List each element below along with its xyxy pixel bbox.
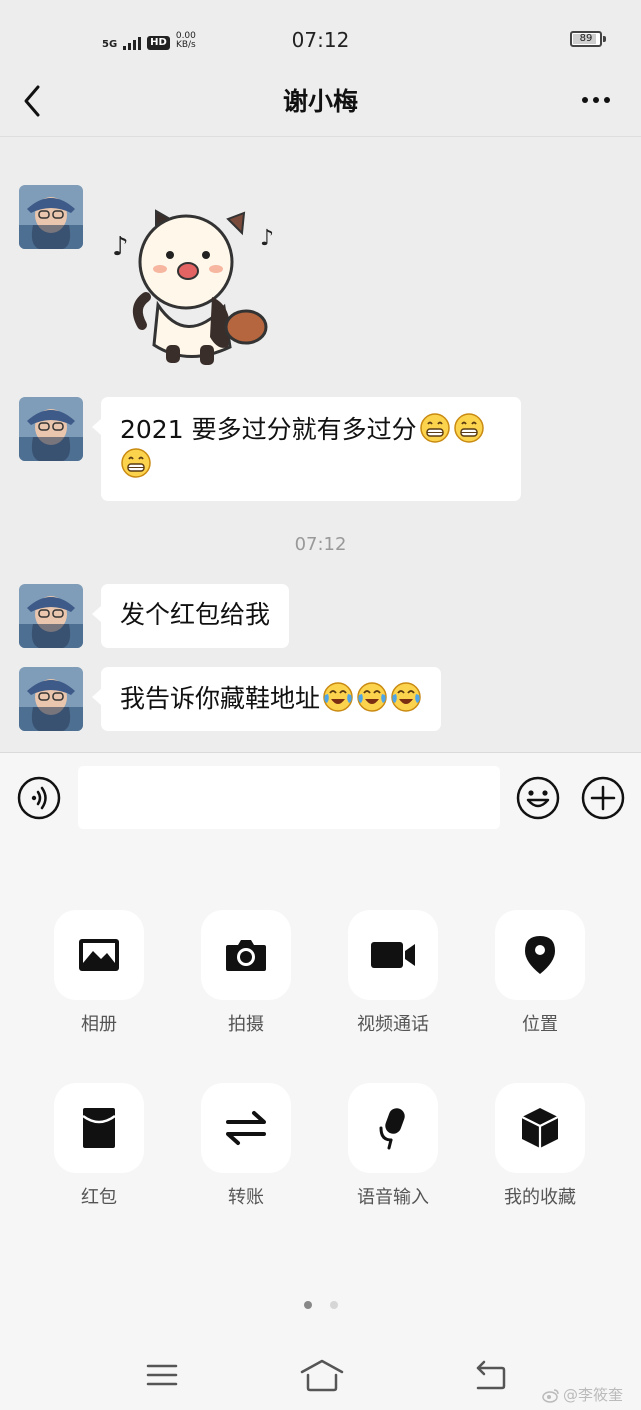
home-button[interactable] <box>300 1358 344 1392</box>
menu-lines-icon <box>146 1364 178 1386</box>
plus-circle-icon <box>581 776 625 820</box>
weibo-logo-icon <box>542 1388 559 1403</box>
message-bubble[interactable]: 我告诉你藏鞋地址 <box>91 667 442 731</box>
microphone-icon <box>379 1108 405 1150</box>
svg-text:♪: ♪ <box>260 226 274 251</box>
battery-level: 89 <box>579 33 593 44</box>
location-icon <box>525 936 555 974</box>
tile-label: 拍摄 <box>228 1014 264 1035</box>
more-options-button[interactable] <box>578 88 618 112</box>
tile-label: 转账 <box>228 1187 264 1208</box>
avatar-image <box>19 397 83 461</box>
page-indicator <box>0 1301 641 1309</box>
tile-icon-box <box>348 910 438 1000</box>
voice-input-button[interactable]: 语音输入 <box>333 1083 453 1209</box>
contact-avatar[interactable] <box>19 185 83 249</box>
tears-of-joy-emoji <box>323 682 353 712</box>
location-button[interactable]: 位置 <box>480 910 600 1036</box>
message-list[interactable]: ♪ ♪ 2021 要多过分就有多过分 07:12 发个红包给我 我告诉你藏鞋地址 <box>0 137 641 751</box>
chat-header: 谢小梅 <box>0 66 641 137</box>
svg-text:♪: ♪ <box>112 232 129 262</box>
message-bubble[interactable]: 2021 要多过分就有多过分 <box>92 397 521 501</box>
recent-apps-button[interactable] <box>142 1358 182 1392</box>
return-arrow-icon <box>476 1360 506 1390</box>
tile-icon-box <box>54 910 144 1000</box>
message-bubble[interactable]: 发个红包给我 <box>91 584 290 648</box>
red-packet-icon <box>82 1108 116 1148</box>
emoji-button[interactable] <box>516 776 560 820</box>
watermark: @李筱奎 <box>542 1384 623 1405</box>
avatar-image <box>19 185 83 249</box>
tears-of-joy-emoji <box>391 682 421 712</box>
chat-title: 谢小梅 <box>282 87 358 116</box>
tile-icon-box <box>495 910 585 1000</box>
tile-icon-box <box>201 1083 291 1173</box>
message-text: 我告诉你藏鞋地址 <box>120 684 321 713</box>
status-bar: 5G HD 0.00 KB/s 07:12 89 <box>0 0 641 66</box>
more-dots-icon <box>582 97 610 103</box>
grin-emoji <box>419 413 450 443</box>
smiley-icon <box>516 776 560 820</box>
tile-label: 我的收藏 <box>504 1187 576 1208</box>
tile-label: 红包 <box>81 1187 117 1208</box>
contact-avatar[interactable] <box>19 397 83 461</box>
watermark-text: @李筱奎 <box>563 1386 624 1404</box>
grin-emoji <box>453 413 484 443</box>
battery-icon: 89 <box>570 31 602 47</box>
status-time: 07:12 <box>291 28 350 52</box>
transfer-icon <box>226 1111 266 1145</box>
tile-label: 位置 <box>522 1014 558 1035</box>
camera-button[interactable]: 拍摄 <box>186 910 306 1036</box>
favorites-cube-icon <box>521 1108 559 1148</box>
camera-icon <box>226 940 266 971</box>
tile-label: 语音输入 <box>357 1187 429 1208</box>
tile-icon-box <box>495 1083 585 1173</box>
panda-sticker-icon: ♪ ♪ <box>112 209 274 365</box>
voice-mode-button[interactable] <box>17 776 61 820</box>
page-dot[interactable] <box>329 1301 338 1309</box>
input-bar <box>0 752 641 845</box>
video-call-icon <box>371 942 415 968</box>
tile-label: 相册 <box>81 1014 117 1035</box>
message-text: 发个红包给我 <box>120 600 271 629</box>
message-timestamp: 07:12 <box>294 534 347 555</box>
message-text: 2021 要多过分就有多过分 <box>120 415 417 444</box>
favorites-button[interactable]: 我的收藏 <box>480 1083 600 1209</box>
page-dot-active[interactable] <box>303 1301 312 1309</box>
system-back-button[interactable] <box>470 1358 510 1392</box>
panda-sticker[interactable]: ♪ ♪ <box>108 197 288 377</box>
transfer-button[interactable]: 转账 <box>186 1083 306 1209</box>
message-input[interactable] <box>78 766 500 829</box>
voice-wave-icon <box>17 776 61 820</box>
video-call-button[interactable]: 视频通话 <box>333 910 453 1036</box>
photo-album-icon <box>79 939 119 971</box>
avatar-image <box>19 584 83 648</box>
photo-album-button[interactable]: 相册 <box>39 910 159 1036</box>
red-packet-button[interactable]: 红包 <box>39 1083 159 1209</box>
more-functions-button[interactable] <box>581 776 625 820</box>
tile-icon-box <box>54 1083 144 1173</box>
tears-of-joy-emoji <box>357 682 387 712</box>
contact-avatar[interactable] <box>19 667 83 731</box>
avatar-image <box>19 667 83 731</box>
grin-emoji <box>121 448 151 478</box>
tile-icon-box <box>201 910 291 1000</box>
contact-avatar[interactable] <box>19 584 83 648</box>
battery-cap <box>603 36 606 42</box>
home-icon <box>300 1359 344 1392</box>
tile-icon-box <box>348 1083 438 1173</box>
function-panel: 相册 拍摄 视频通话 位置 红包 转账 语音输入 我的收藏 <box>0 844 641 1410</box>
tile-label: 视频通话 <box>357 1014 429 1035</box>
